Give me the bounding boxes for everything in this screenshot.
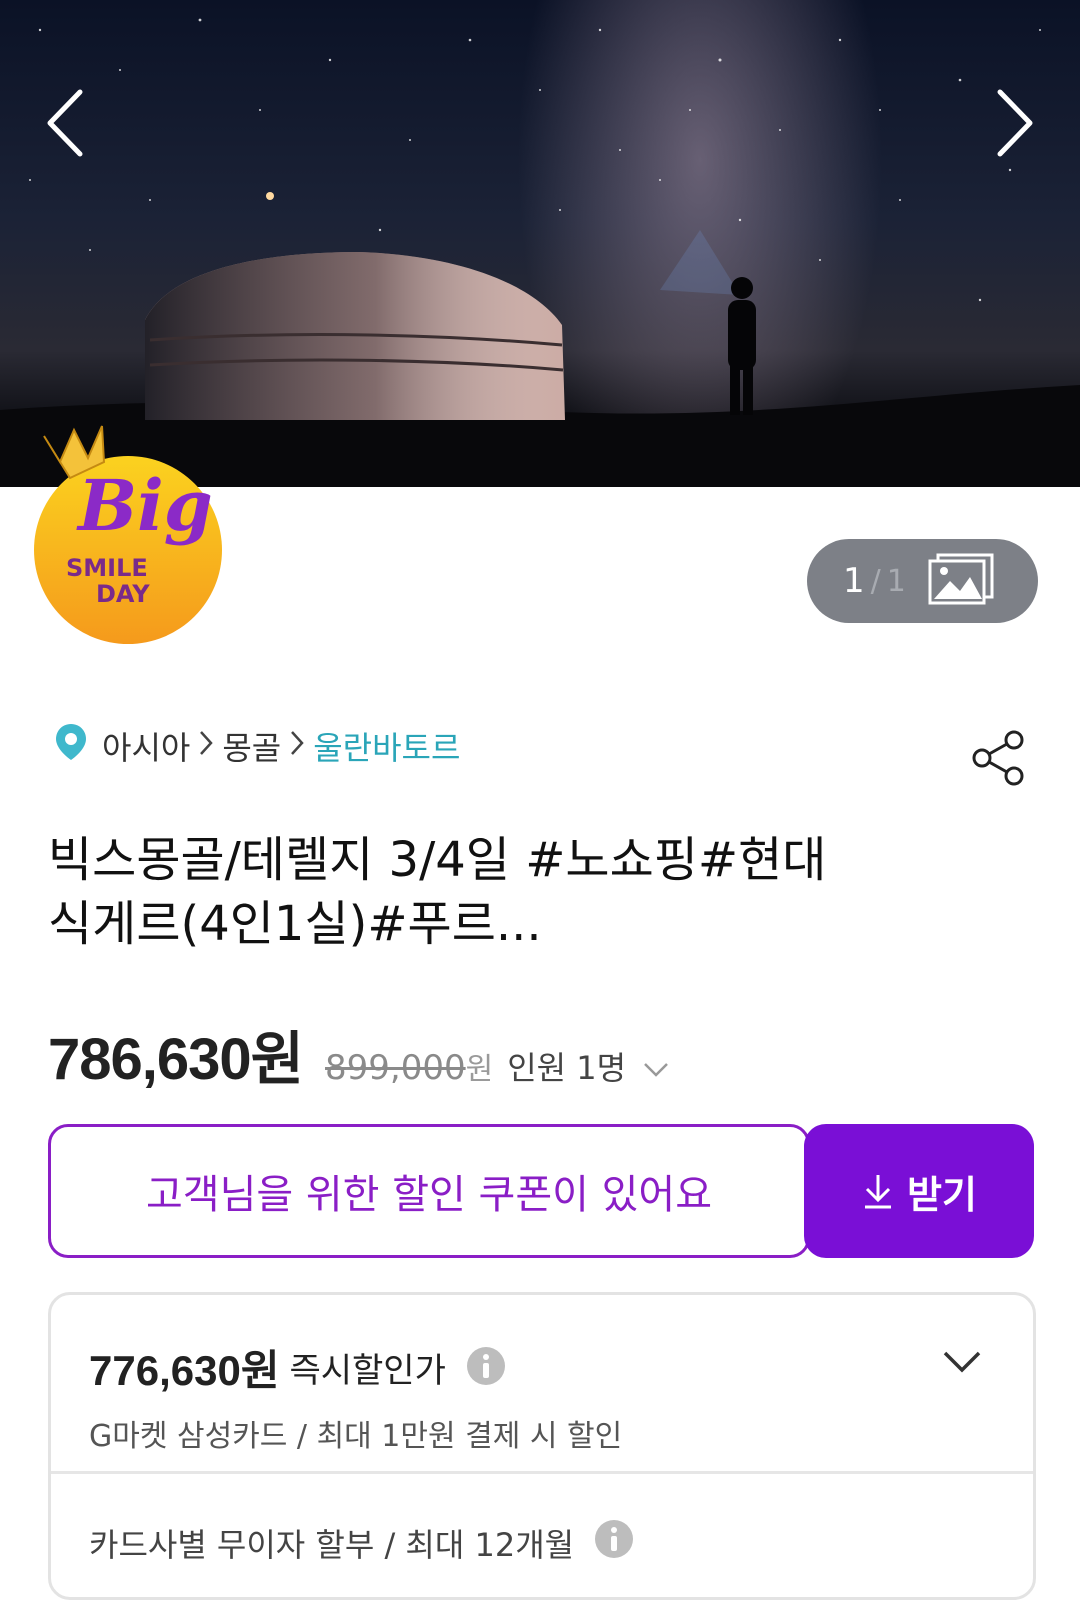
installment-row: 카드사별 무이자 할부 / 최대 12개월 — [89, 1519, 634, 1567]
image-counter-total: 1 — [886, 563, 906, 599]
next-image-button[interactable] — [992, 88, 1036, 158]
instant-discount-price: 776,630원 — [89, 1347, 280, 1394]
chevron-down-icon — [943, 1351, 981, 1373]
breadcrumb: 아시아 몽골 울란바토르 — [54, 722, 460, 770]
image-counter-separator: / — [870, 563, 881, 599]
big-smile-day-badge: Big SMILE DAY — [30, 418, 240, 648]
image-counter[interactable]: 1 / 1 — [807, 539, 1038, 623]
coupon-download-label: 받기 — [907, 1172, 977, 1217]
breadcrumb-mongolia[interactable]: 몽골 — [222, 723, 281, 769]
hero-image[interactable] — [0, 0, 1080, 487]
installment-text: 카드사별 무이자 할부 / 최대 12개월 — [89, 1526, 575, 1564]
download-icon — [865, 1175, 892, 1209]
instant-discount-condition: G마켓 삼성카드 / 최대 1만원 결제 시 할인 — [89, 1419, 623, 1454]
crown-badge-logo: Big SMILE DAY — [34, 425, 222, 644]
share-icon — [972, 730, 1024, 786]
chevron-down-icon[interactable] — [642, 1061, 670, 1083]
chevron-left-icon — [47, 89, 83, 157]
breadcrumb-ulaanbaatar[interactable]: 울란바토르 — [313, 723, 460, 769]
chevron-right-icon — [198, 727, 214, 765]
badge-big-text: Big — [76, 464, 213, 547]
instant-discount-label: 즉시할인가 — [289, 1351, 446, 1391]
image-counter-current: 1 — [843, 561, 865, 601]
badge-smile-text: SMILE — [66, 554, 148, 582]
instant-discount-row[interactable]: 776,630원 즉시할인가 G마켓 삼성카드 / 최대 1만원 결제 시 할인 — [51, 1295, 1033, 1474]
coupon-download-button[interactable]: 받기 — [804, 1124, 1034, 1258]
share-button[interactable] — [968, 728, 1028, 788]
sale-price: 786,630원 — [48, 1027, 304, 1092]
expand-discount-button[interactable] — [941, 1349, 983, 1379]
coupon-message[interactable]: 고객님을 위한 할인 쿠폰이 있어요 — [48, 1124, 810, 1258]
original-price-unit: 원 — [465, 1052, 494, 1087]
coupon-banner: 고객님을 위한 할인 쿠폰이 있어요 받기 — [48, 1124, 1034, 1258]
badge-day-text: DAY — [96, 580, 150, 608]
price-row: 786,630원 899,000 원 인원 1명 — [48, 1012, 670, 1096]
location-pin-icon — [54, 722, 88, 770]
info-icon[interactable] — [466, 1346, 506, 1390]
info-icon[interactable] — [594, 1519, 634, 1567]
breadcrumb-asia[interactable]: 아시아 — [102, 723, 190, 769]
night-sky-scene — [0, 18, 1080, 487]
gallery-icon — [928, 553, 994, 609]
chevron-right-icon — [997, 89, 1033, 157]
people-count-selector[interactable]: 인원 1명 — [507, 1043, 626, 1089]
discount-info-box: 776,630원 즉시할인가 G마켓 삼성카드 / 최대 1만원 결제 시 할인… — [48, 1292, 1036, 1600]
chevron-right-icon — [289, 727, 305, 765]
original-price: 899,000 — [325, 1048, 466, 1088]
coupon-perforation — [801, 1134, 810, 1248]
product-title: 빅스몽골/테렐지 3/4일 #노쇼핑#현대식게르(4인1실)#푸르... — [48, 832, 827, 952]
previous-image-button[interactable] — [44, 88, 88, 158]
